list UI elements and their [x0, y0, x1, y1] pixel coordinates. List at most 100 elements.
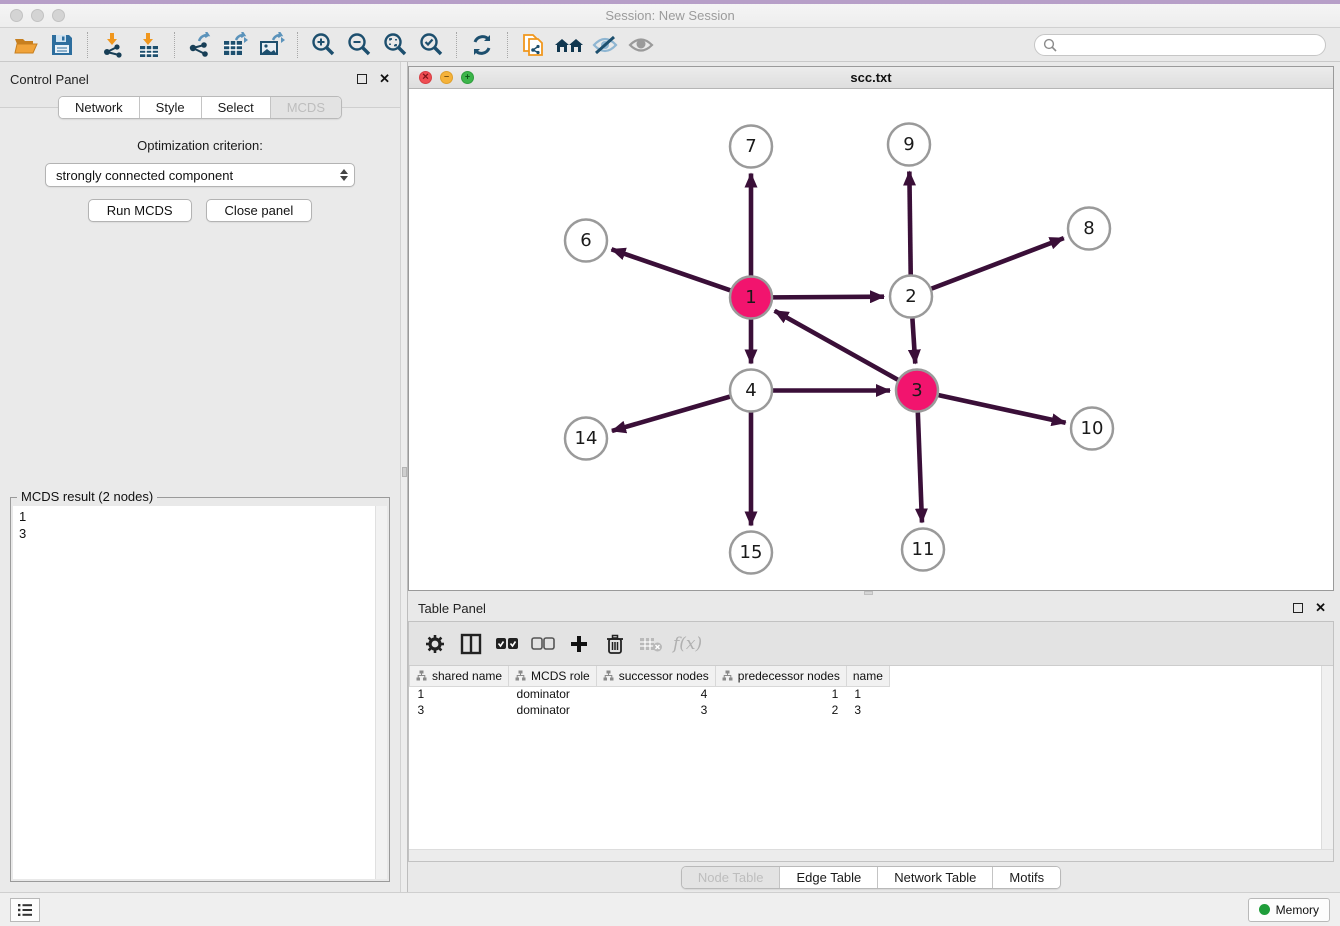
table-hscroll-area[interactable] — [409, 849, 1333, 861]
vertical-splitter[interactable] — [400, 62, 408, 892]
close-panel-button[interactable]: Close panel — [206, 199, 313, 222]
mcds-panel: Optimization criterion: strongly connect… — [0, 107, 400, 892]
memory-button[interactable]: Memory — [1248, 898, 1330, 922]
add-column-button[interactable] — [563, 628, 595, 660]
search-field[interactable] — [1034, 34, 1326, 56]
window-title: Session: New Session — [0, 8, 1340, 23]
edge-2-3[interactable] — [912, 318, 915, 363]
splitter-grip[interactable] — [402, 467, 407, 477]
node-label-6: 6 — [580, 230, 591, 251]
memory-label: Memory — [1276, 903, 1319, 917]
apply-function-button[interactable]: f(x) — [673, 634, 702, 654]
select-all-button[interactable] — [491, 628, 523, 660]
main-toolbar — [0, 28, 1340, 62]
table-tab-edge-table[interactable]: Edge Table — [779, 867, 877, 888]
table-cell[interactable]: dominator — [509, 702, 597, 718]
export-table-button[interactable] — [218, 30, 254, 60]
open-file-button[interactable] — [8, 30, 44, 60]
import-table-button[interactable] — [131, 30, 167, 60]
zoom-out-button[interactable] — [341, 30, 377, 60]
network-canvas[interactable]: 1234678910111415 — [409, 89, 1333, 590]
edge-3-10[interactable] — [938, 395, 1065, 423]
edge-2-9[interactable] — [909, 171, 910, 274]
table-cell[interactable]: 4 — [596, 686, 715, 702]
zoom-in-button[interactable] — [305, 30, 341, 60]
float-table-panel-icon[interactable] — [1293, 603, 1303, 613]
table-tab-network-table[interactable]: Network Table — [877, 867, 992, 888]
table-tab-node-table[interactable]: Node Table — [682, 867, 780, 888]
column-header-MCDS-role[interactable]: MCDS role — [509, 666, 597, 686]
toolbar-separator — [174, 32, 175, 58]
show-all-button[interactable] — [623, 30, 659, 60]
table-tabs: Node TableEdge TableNetwork TableMotifs — [681, 866, 1061, 889]
result-scrollbar[interactable] — [375, 506, 387, 879]
save-session-button[interactable] — [44, 30, 80, 60]
table-cell[interactable]: 2 — [715, 702, 846, 718]
tab-select[interactable]: Select — [201, 97, 270, 118]
zoom-selected-button[interactable] — [413, 30, 449, 60]
import-network-button[interactable] — [95, 30, 131, 60]
export-image-button[interactable] — [254, 30, 290, 60]
mcds-result-box: MCDS result (2 nodes) 1 3 — [10, 497, 390, 882]
table-cell[interactable]: dominator — [509, 686, 597, 702]
close-panel-icon[interactable]: ✕ — [379, 71, 390, 87]
table-cell[interactable]: 3 — [846, 702, 889, 718]
edge-1-6[interactable] — [612, 249, 731, 290]
export-network-button[interactable] — [182, 30, 218, 60]
node-table: shared nameMCDS rolesuccessor nodesprede… — [409, 666, 890, 718]
float-panel-icon[interactable] — [357, 74, 367, 84]
tab-mcds[interactable]: MCDS — [270, 97, 341, 118]
import-network-icon — [100, 32, 126, 58]
table-row[interactable]: 1dominator411 — [410, 686, 890, 702]
tab-style[interactable]: Style — [139, 97, 201, 118]
node-label-3: 3 — [911, 380, 922, 401]
edge-4-14[interactable] — [612, 397, 730, 431]
edge-3-11[interactable] — [918, 412, 922, 522]
refresh-view-button[interactable] — [464, 30, 500, 60]
node-label-2: 2 — [905, 286, 916, 307]
columns-icon — [460, 633, 482, 655]
edge-3-1[interactable] — [775, 311, 898, 380]
table-cell[interactable]: 1 — [410, 686, 509, 702]
zoom-fit-button[interactable] — [377, 30, 413, 60]
node-label-9: 9 — [903, 134, 914, 155]
node-label-14: 14 — [575, 428, 598, 449]
table-tab-motifs[interactable]: Motifs — [992, 867, 1060, 888]
show-columns-button[interactable] — [455, 628, 487, 660]
delete-table-button[interactable] — [635, 628, 667, 660]
first-neighbors-button[interactable] — [551, 30, 587, 60]
tab-network[interactable]: Network — [59, 97, 139, 118]
mcds-result-list: 1 3 — [13, 506, 375, 879]
table-cell[interactable]: 1 — [715, 686, 846, 702]
node-label-10: 10 — [1081, 418, 1104, 439]
table-row[interactable]: 3dominator323 — [410, 702, 890, 718]
unselect-all-button[interactable] — [527, 628, 559, 660]
column-header-name[interactable]: name — [846, 666, 889, 686]
column-header-successor-nodes[interactable]: successor nodes — [596, 666, 715, 686]
app-window: Session: New Session — [0, 0, 1340, 926]
search-input[interactable] — [1062, 38, 1317, 52]
horizontal-splitter[interactable] — [408, 591, 1334, 595]
column-header-shared-name[interactable]: shared name — [410, 666, 509, 686]
table-cell[interactable]: 3 — [596, 702, 715, 718]
delete-column-button[interactable] — [599, 628, 631, 660]
unchecked-boxes-icon — [531, 637, 555, 651]
task-history-button[interactable] — [10, 898, 40, 922]
node-label-4: 4 — [745, 380, 756, 401]
run-mcds-button[interactable]: Run MCDS — [88, 199, 192, 222]
table-settings-button[interactable] — [419, 628, 451, 660]
table-cell[interactable]: 1 — [846, 686, 889, 702]
table-scrollbar[interactable] — [1321, 666, 1333, 849]
table-cell[interactable]: 3 — [410, 702, 509, 718]
hide-selected-button[interactable] — [587, 30, 623, 60]
edge-1-2[interactable] — [773, 297, 884, 298]
dropdown-stepper-icon — [340, 169, 348, 181]
close-table-panel-icon[interactable]: ✕ — [1315, 600, 1326, 616]
network-window-titlebar[interactable]: ✕ − + scc.txt — [409, 67, 1333, 89]
edge-2-8[interactable] — [932, 238, 1064, 289]
splitter-grip[interactable] — [864, 591, 873, 595]
control-panel-title: Control Panel — [10, 72, 357, 87]
clone-network-button[interactable] — [515, 30, 551, 60]
criterion-dropdown[interactable]: strongly connected component — [45, 163, 355, 187]
column-header-predecessor-nodes[interactable]: predecessor nodes — [715, 666, 846, 686]
